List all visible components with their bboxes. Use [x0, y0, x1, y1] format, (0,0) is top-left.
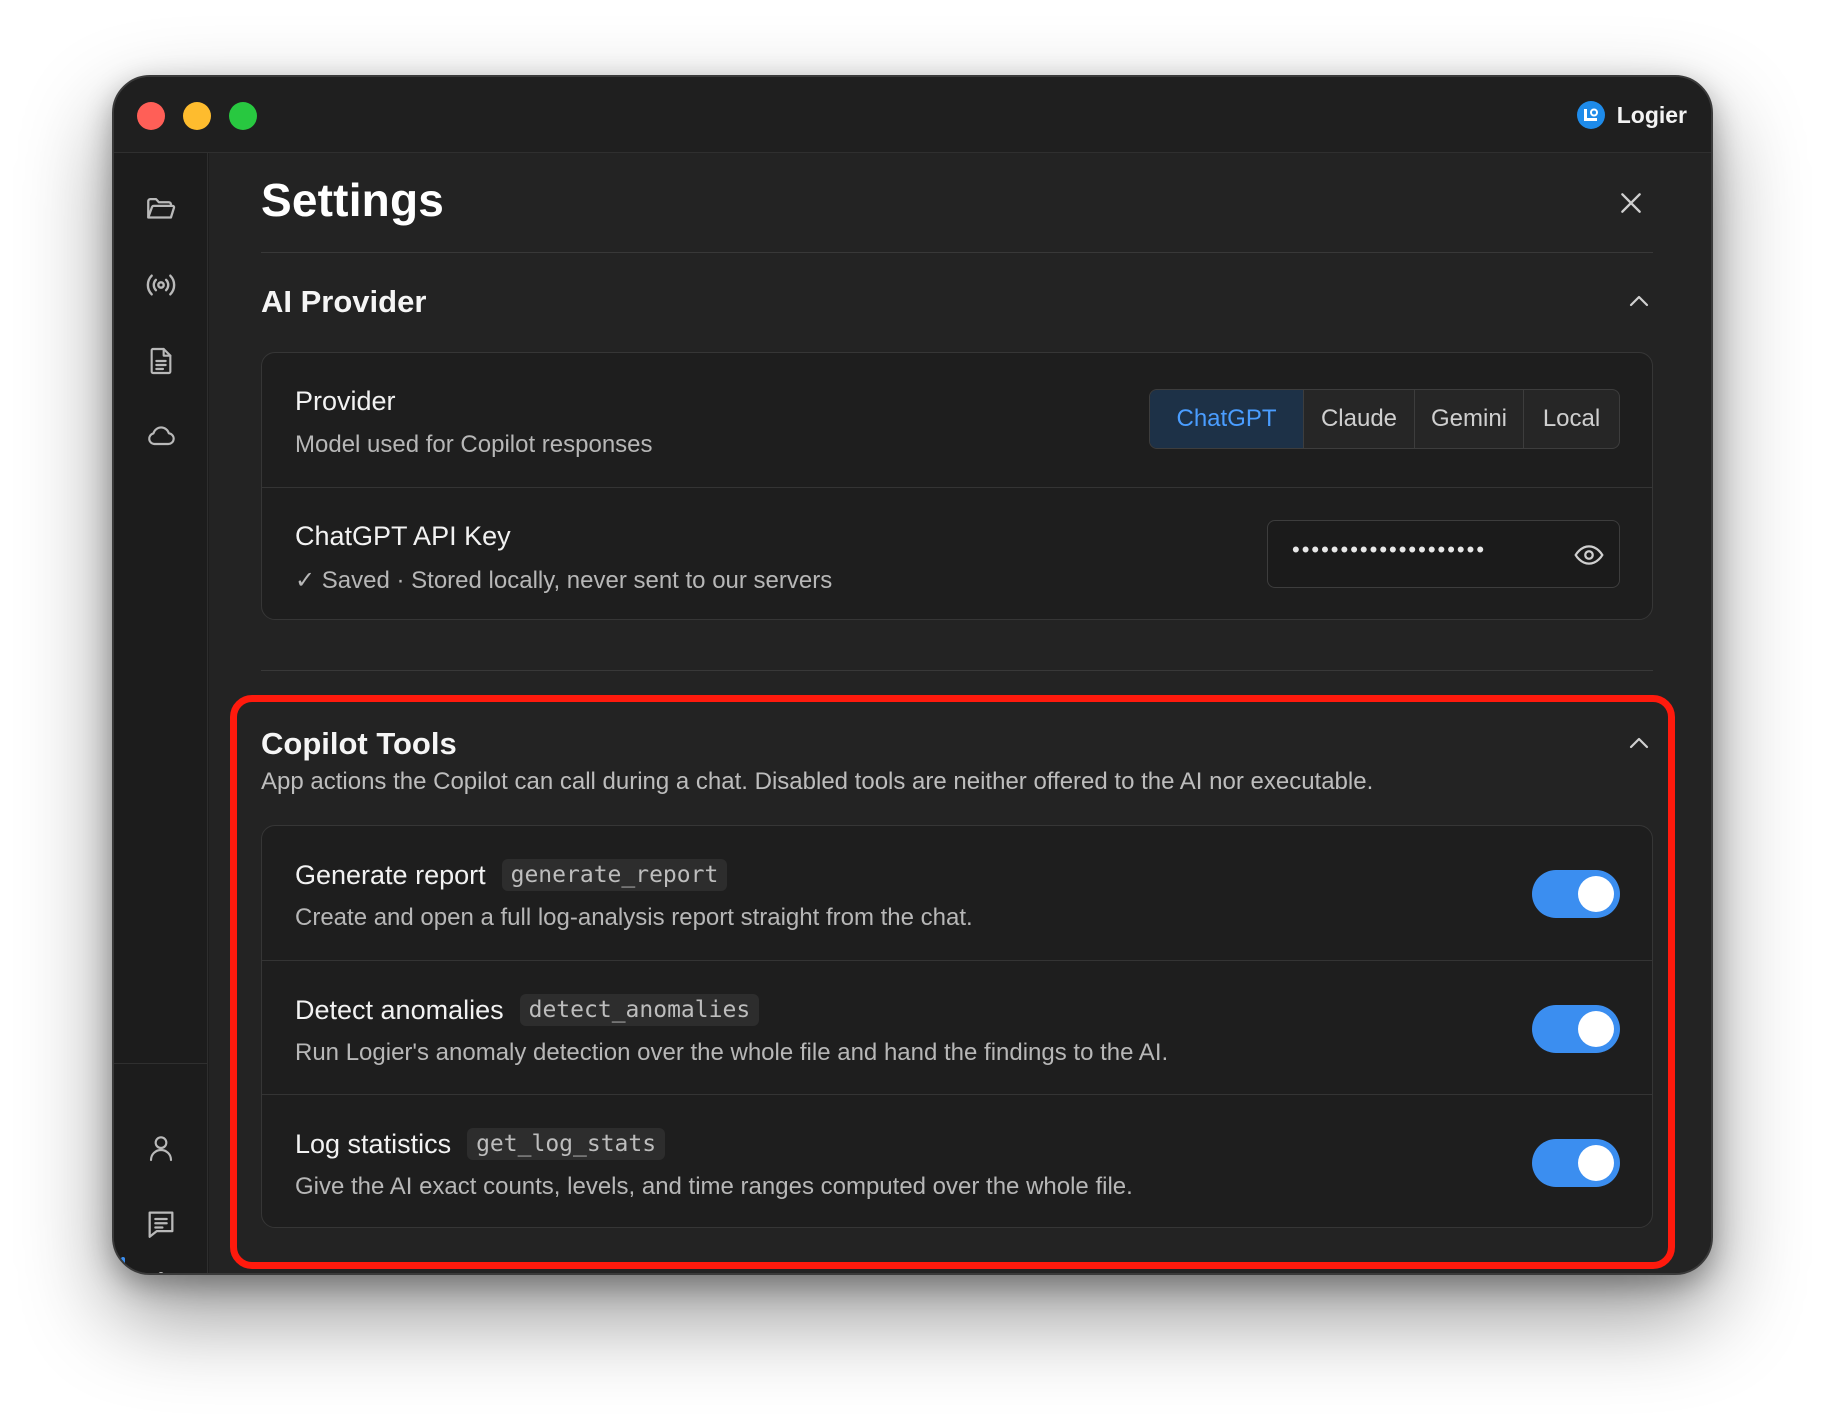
api-key-masked-value: ••••••••••••••••••••	[1292, 537, 1487, 562]
broadcast-icon[interactable]	[136, 260, 186, 310]
folder-icon[interactable]	[136, 184, 186, 234]
provider-selector: ChatGPT Claude Gemini Local	[1149, 389, 1620, 449]
chevron-up-icon	[1629, 737, 1649, 749]
sidebar-divider	[114, 1063, 207, 1064]
provider-option-chatgpt[interactable]: ChatGPT	[1150, 390, 1303, 448]
generate-report-toggle[interactable]	[1532, 870, 1620, 918]
tool-row-detect-anomalies: Detect anomalies detect_anomalies Run Lo…	[262, 960, 1652, 1094]
api-key-row: ChatGPT API Key ✓ Saved · Stored locally…	[262, 487, 1652, 619]
toggle-knob	[1578, 1011, 1614, 1047]
cloud-icon[interactable]	[136, 411, 186, 461]
tool-name: Generate report	[295, 859, 486, 890]
tool-description: Create and open a full log-analysis repo…	[295, 904, 973, 931]
title-divider	[261, 252, 1653, 253]
app-brand: Logier	[1576, 98, 1687, 132]
provider-label: Provider	[295, 386, 396, 416]
close-icon	[1621, 193, 1641, 213]
tool-title: Detect anomalies detect_anomalies	[295, 994, 760, 1026]
tool-row-generate-report: Generate report generate_report Create a…	[262, 826, 1652, 960]
zoom-window-button[interactable]	[229, 102, 257, 130]
tool-id: generate_report	[501, 859, 728, 891]
log-statistics-toggle[interactable]	[1532, 1139, 1620, 1187]
copilot-tools-description: App actions the Copilot can call during …	[261, 768, 1374, 795]
tool-id: detect_anomalies	[519, 994, 760, 1026]
api-key-label: ChatGPT API Key	[295, 521, 511, 551]
tool-name: Detect anomalies	[295, 994, 504, 1025]
app-name: Logier	[1616, 101, 1687, 128]
provider-option-local[interactable]: Local	[1523, 390, 1619, 448]
gear-icon[interactable]	[136, 1264, 186, 1273]
api-key-input[interactable]: ••••••••••••••••••••	[1267, 520, 1620, 588]
chevron-up-icon	[1629, 295, 1649, 307]
collapse-ai-provider-button[interactable]	[1619, 281, 1659, 321]
toggle-knob	[1578, 876, 1614, 912]
page-title: Settings	[261, 174, 445, 226]
tool-title: Generate report generate_report	[295, 859, 728, 891]
tool-description: Run Logier's anomaly detection over the …	[295, 1039, 1169, 1066]
section-title-copilot-tools: Copilot Tools	[261, 726, 457, 761]
tool-description: Give the AI exact counts, levels, and ti…	[295, 1173, 1133, 1200]
tool-row-log-statistics: Log statistics get_log_stats Give the AI…	[262, 1094, 1652, 1227]
provider-option-claude[interactable]: Claude	[1303, 390, 1414, 448]
title-bar: Logier	[114, 77, 1711, 153]
provider-description: Model used for Copilot responses	[295, 431, 653, 458]
active-indicator	[121, 1257, 125, 1273]
document-icon[interactable]	[136, 336, 186, 386]
collapse-copilot-tools-button[interactable]	[1619, 723, 1659, 763]
settings-panel: Settings AI Provider Provider Model used…	[209, 153, 1711, 1273]
sidebar	[114, 153, 208, 1273]
api-key-status: ✓ Saved · Stored locally, never sent to …	[295, 567, 833, 594]
close-window-button[interactable]	[137, 102, 165, 130]
minimize-window-button[interactable]	[183, 102, 211, 130]
user-icon[interactable]	[136, 1123, 186, 1173]
eye-icon[interactable]	[1573, 539, 1605, 571]
chat-icon[interactable]	[136, 1199, 186, 1249]
logier-logo-icon	[1576, 101, 1605, 129]
detect-anomalies-toggle[interactable]	[1532, 1005, 1620, 1053]
ai-provider-card: Provider Model used for Copilot response…	[261, 352, 1653, 620]
tool-title: Log statistics get_log_stats	[295, 1128, 666, 1160]
tool-id: get_log_stats	[467, 1128, 666, 1160]
provider-option-gemini[interactable]: Gemini	[1414, 390, 1523, 448]
section-title-ai-provider: AI Provider	[261, 284, 427, 319]
close-settings-button[interactable]	[1608, 180, 1654, 226]
app-window: Logier Settings AI Provider Provider Mod…	[112, 75, 1713, 1275]
copilot-tools-card: Generate report generate_report Create a…	[261, 825, 1653, 1228]
toggle-knob	[1578, 1145, 1614, 1181]
section-divider	[261, 670, 1653, 671]
tool-name: Log statistics	[295, 1128, 452, 1159]
provider-row: Provider Model used for Copilot response…	[262, 353, 1652, 487]
